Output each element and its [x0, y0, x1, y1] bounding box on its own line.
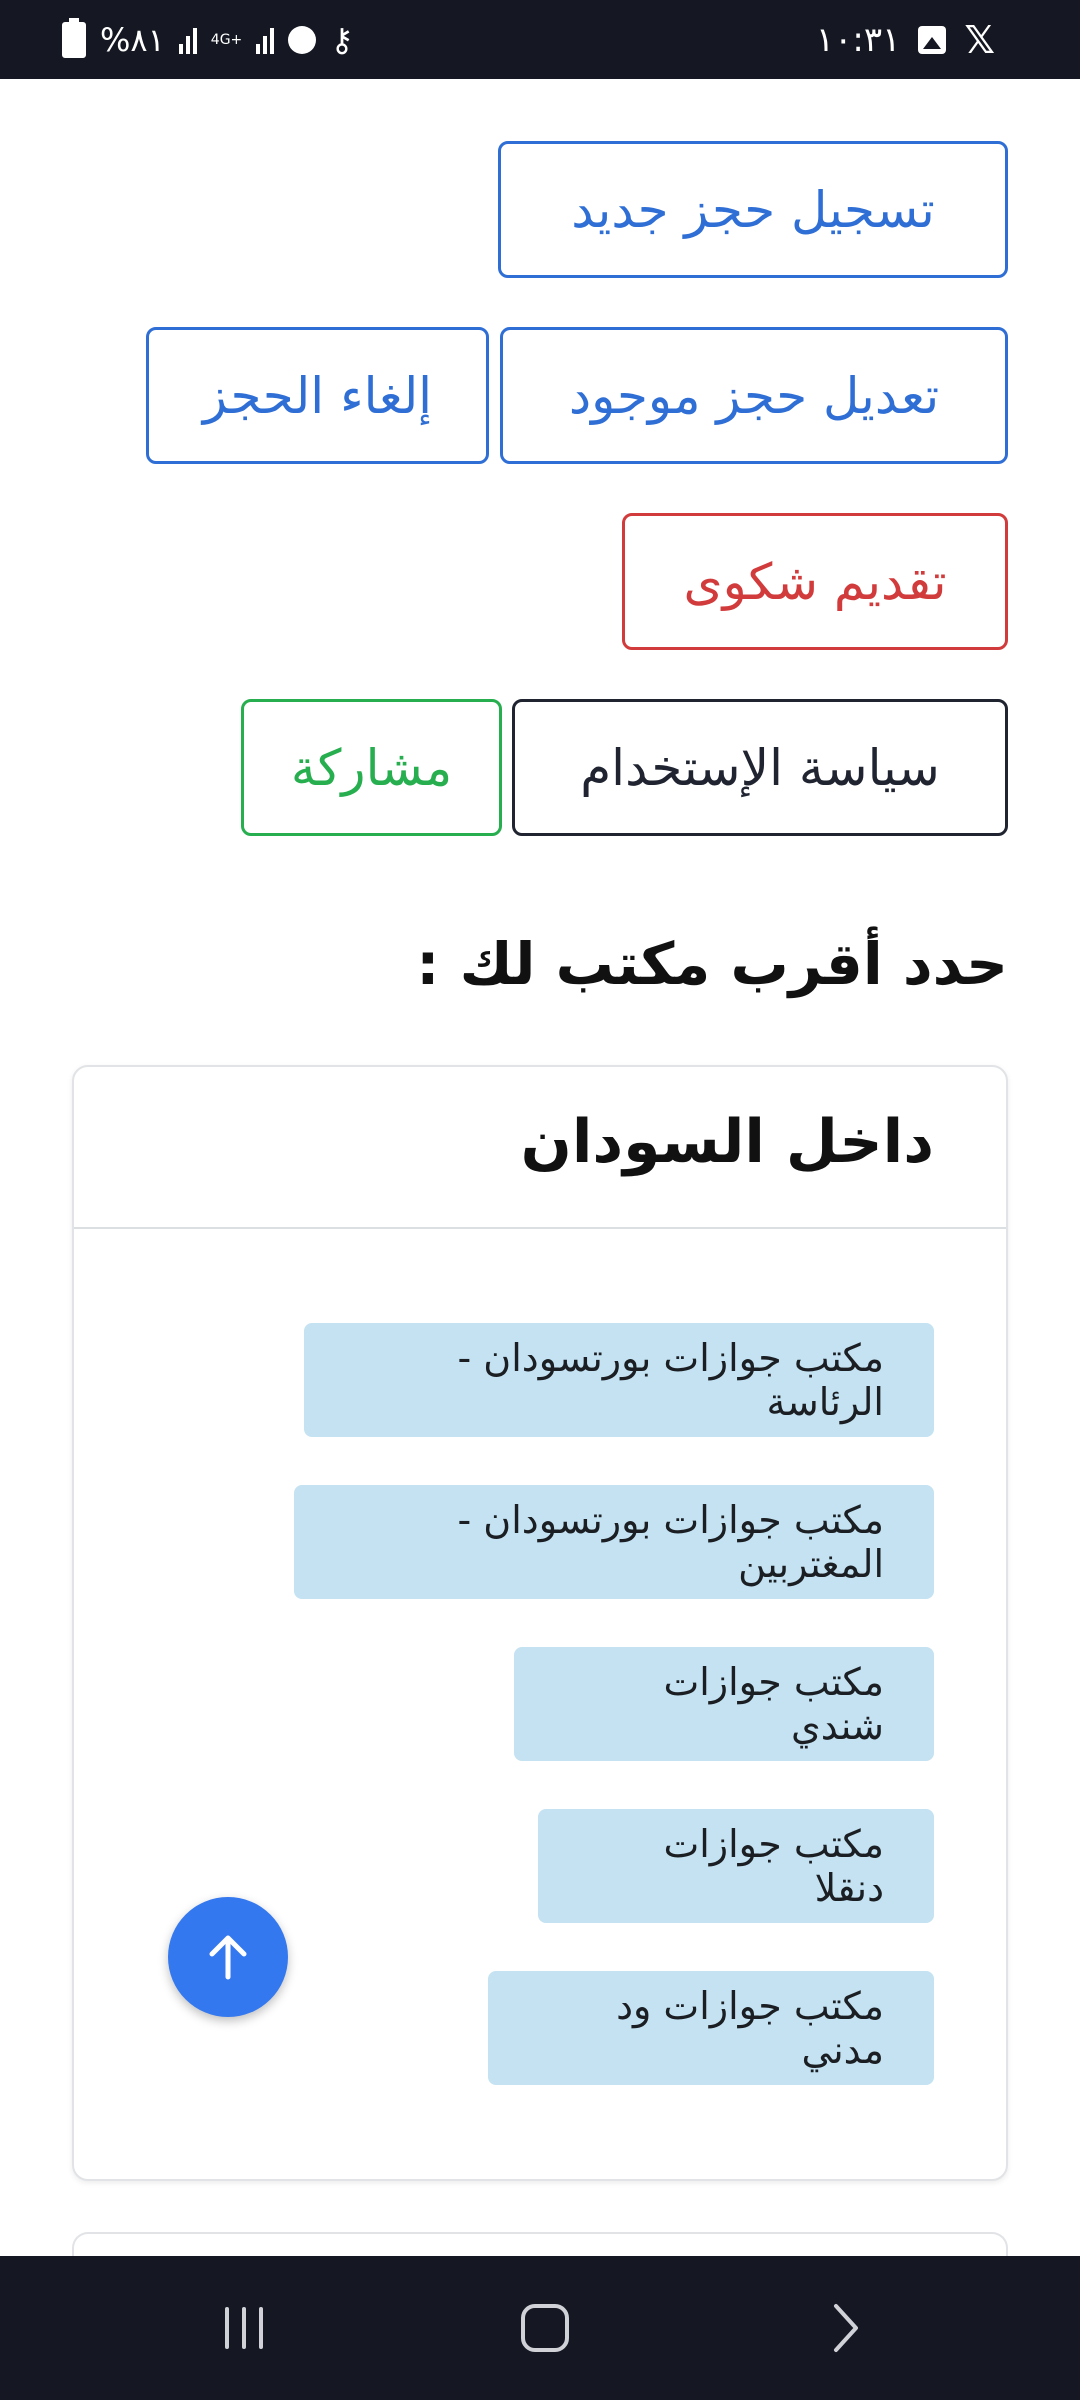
card-title: داخل السودان [520, 1107, 934, 1177]
network-type: 4G+ [210, 31, 243, 48]
signal-icon-2 [256, 26, 275, 54]
x-logo-icon: 𝕏 [964, 17, 995, 62]
section-title: حدد أقرب مكتب لك : [416, 930, 1008, 998]
alarm-icon [288, 25, 317, 54]
image-icon [918, 25, 947, 54]
status-right-group: %٨١ 4G+ ⚷ [62, 0, 354, 79]
status-left-group: ١٠:٣١ 𝕏 [816, 0, 995, 79]
cancel-booking-button[interactable]: إلغاء الحجز [146, 327, 489, 464]
recent-apps-icon [225, 2307, 263, 2349]
office-portsudan-presidency-button[interactable]: مكتب جوازات بورتسودان - الرئاسة [304, 1323, 934, 1437]
card-header: داخل السودان [74, 1067, 1006, 1229]
signal-icon [178, 26, 197, 54]
office-portsudan-expatriates-button[interactable]: مكتب جوازات بورتسودان - المغتربين [294, 1485, 934, 1599]
back-icon [834, 2304, 858, 2352]
office-dongola-button[interactable]: مكتب جوازات دنقلا [538, 1809, 934, 1923]
scroll-top-button[interactable] [168, 1897, 288, 2017]
battery-icon [62, 17, 86, 58]
complaint-button[interactable]: تقديم شكوى [622, 513, 1008, 650]
home-icon [521, 2304, 569, 2352]
office-wad-madani-button[interactable]: مكتب جوازات ود مدني [488, 1971, 934, 2085]
arrow-up-icon [209, 1935, 247, 1980]
vpn-key-icon: ⚷ [330, 20, 354, 59]
battery-level: %٨١ [100, 20, 165, 59]
recent-apps-button[interactable] [164, 2256, 324, 2400]
new-booking-button[interactable]: تسجيل حجز جديد [498, 141, 1008, 278]
usage-policy-button[interactable]: سياسة الإستخدام [512, 699, 1008, 836]
status-bar: ١٠:٣١ 𝕏 %٨١ 4G+ ⚷ [0, 0, 1080, 79]
home-button[interactable] [465, 2256, 625, 2400]
office-shendi-button[interactable]: مكتب جوازات شندي [514, 1647, 934, 1761]
edit-booking-button[interactable]: تعديل حجز موجود [500, 327, 1008, 464]
back-button[interactable] [766, 2256, 926, 2400]
share-button[interactable]: مشاركة [241, 699, 502, 836]
navigation-bar [0, 2256, 1080, 2400]
clock: ١٠:٣١ [815, 19, 901, 60]
